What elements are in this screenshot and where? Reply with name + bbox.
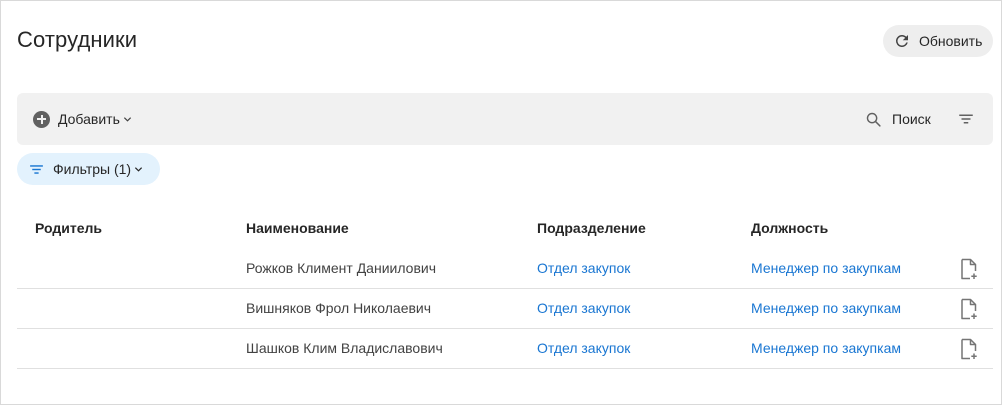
search-label: Поиск	[892, 111, 931, 127]
table-row[interactable]: Шашков Клим Владиславович Отдел закупок …	[17, 329, 993, 369]
employees-window: Сотрудники Обновить Добавить Поиск Фильт…	[0, 0, 1002, 405]
employees-table: Родитель Наименование Подразделение Долж…	[17, 209, 993, 369]
cell-name: Шашков Клим Владиславович	[246, 340, 443, 356]
toolbar: Добавить Поиск	[17, 93, 993, 145]
cell-department-link[interactable]: Отдел закупок	[537, 300, 630, 316]
cell-position-link[interactable]: Менеджер по закупкам	[751, 340, 901, 356]
add-label: Добавить	[58, 111, 120, 127]
cell-department-link[interactable]: Отдел закупок	[537, 260, 630, 276]
column-header-department[interactable]: Подразделение	[537, 220, 646, 236]
document-add-icon[interactable]	[959, 258, 979, 280]
search-button[interactable]: Поиск	[865, 108, 931, 130]
add-button[interactable]: Добавить	[33, 108, 132, 130]
cell-name: Рожков Климент Даниилович	[246, 260, 437, 276]
column-header-name[interactable]: Наименование	[246, 220, 349, 236]
refresh-icon	[893, 32, 911, 50]
cell-name: Вишняков Фрол Николаевич	[246, 300, 432, 316]
column-header-parent[interactable]: Родитель	[35, 220, 102, 236]
cell-department-link[interactable]: Отдел закупок	[537, 340, 630, 356]
column-header-position[interactable]: Должность	[751, 220, 828, 236]
refresh-label: Обновить	[919, 33, 983, 49]
cell-position-link[interactable]: Менеджер по закупкам	[751, 300, 901, 316]
table-row[interactable]: Рожков Климент Даниилович Отдел закупок …	[17, 249, 993, 289]
table-row[interactable]: Вишняков Фрол Николаевич Отдел закупок М…	[17, 289, 993, 329]
document-add-icon[interactable]	[959, 298, 979, 320]
filter-icon	[30, 164, 43, 174]
page-title: Сотрудники	[17, 27, 138, 52]
document-add-icon[interactable]	[959, 338, 979, 360]
filters-chip[interactable]: Фильтры (1)	[17, 153, 160, 185]
search-icon	[866, 112, 881, 127]
chevron-down-icon	[123, 116, 131, 122]
chevron-down-icon	[135, 166, 143, 172]
plus-circle-icon	[33, 110, 50, 128]
filters-label: Фильтры (1)	[53, 161, 132, 177]
table-header: Родитель Наименование Подразделение Долж…	[17, 209, 993, 249]
refresh-button[interactable]: Обновить	[883, 25, 993, 57]
sort-lines-icon[interactable]	[957, 110, 975, 128]
cell-position-link[interactable]: Менеджер по закупкам	[751, 260, 901, 276]
